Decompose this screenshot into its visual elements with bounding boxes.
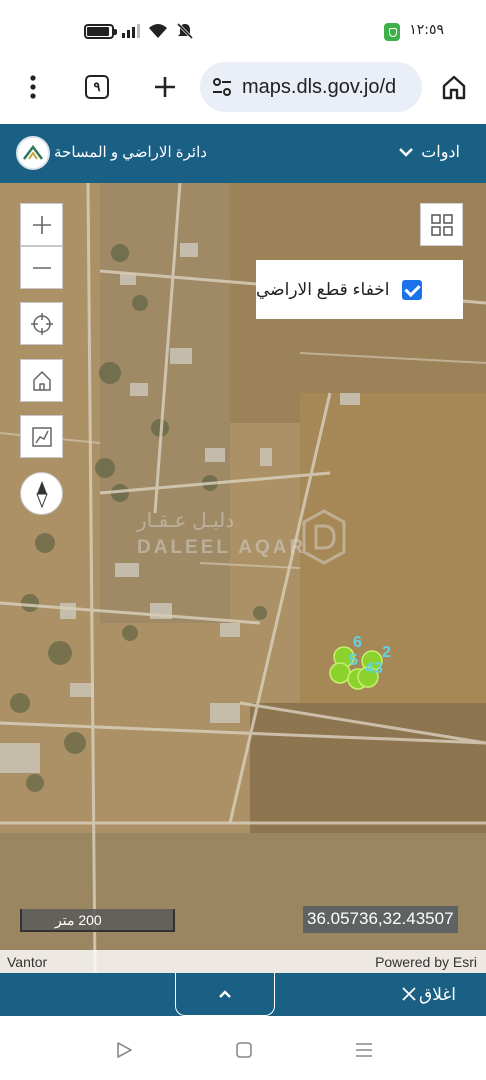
parcel-markers: 6 2 5 4 3: [329, 634, 391, 690]
chevron-up-icon: [219, 990, 231, 998]
basemap-button[interactable]: [420, 203, 463, 246]
expand-panel-button[interactable]: [175, 973, 275, 1016]
compass-button[interactable]: [20, 472, 63, 515]
tools-menu[interactable]: ادوات: [399, 142, 460, 162]
watermark: دليـل عـقـار DALEEL AQAR: [137, 508, 352, 573]
hide-parcels-toggle[interactable]: اخفاء قطع الاراضي: [256, 260, 463, 319]
more-vert-icon[interactable]: [20, 62, 46, 112]
watermark-logo-icon: [302, 509, 346, 565]
dls-logo: [16, 136, 50, 170]
marker-label-5: 5: [349, 652, 358, 669]
status-bar: ١٢:٥٩: [0, 0, 486, 62]
home-icon: [442, 75, 466, 100]
measure-icon: [31, 426, 52, 447]
app-header: دائرة الاراضي و المساحة ادوات: [0, 124, 486, 183]
new-tab-button[interactable]: [150, 62, 180, 112]
hide-parcels-checkbox[interactable]: [401, 279, 422, 300]
tab-count: ٩: [85, 75, 109, 99]
status-icons: [84, 22, 194, 40]
locate-button[interactable]: [20, 302, 63, 345]
marker-label-4: 4: [365, 660, 374, 677]
url-text: maps.dls.gov.jo/d: [242, 75, 397, 98]
chevron-down-icon: [399, 148, 414, 157]
wifi-icon: [149, 24, 167, 38]
home-extent-icon: [32, 370, 51, 391]
plus-icon: [155, 77, 175, 97]
tools-label: ادوات: [421, 144, 460, 161]
scale-bar: 200 متر: [20, 909, 175, 932]
close-label: اغلاق: [419, 985, 456, 1004]
basemap-grid-icon: [430, 213, 453, 236]
close-button[interactable]: اغلاق: [401, 985, 456, 1005]
marker-5[interactable]: [329, 662, 351, 684]
back-triangle-icon: [117, 1042, 132, 1058]
menu-lines-icon: [356, 1043, 372, 1057]
recents-button[interactable]: [354, 1040, 374, 1060]
hide-parcels-label: اخفاء قطع الاراضي: [256, 279, 390, 299]
system-nav-bar: [0, 1016, 486, 1080]
signal-icon: [122, 24, 140, 38]
home-square-icon: [236, 1042, 252, 1058]
mute-icon: [176, 22, 194, 40]
watermark-en: DALEEL AQAR: [137, 537, 307, 558]
home-extent-button[interactable]: [20, 359, 63, 402]
close-icon: [402, 987, 416, 1001]
zoom-out-button[interactable]: [20, 246, 63, 289]
marker-label-6: 6: [353, 634, 362, 651]
home-button[interactable]: [440, 62, 468, 112]
status-time: ١٢:٥٩: [409, 22, 444, 38]
zoom-in-button[interactable]: [20, 203, 63, 246]
security-shield-icon: [384, 23, 400, 41]
address-bar[interactable]: maps.dls.gov.jo/d: [200, 62, 422, 112]
marker-label-2: 2: [382, 644, 391, 661]
attribution-right[interactable]: Powered by Esri: [375, 954, 477, 970]
coordinates-readout: 36.05736,32.43507: [303, 906, 458, 933]
back-button[interactable]: [114, 1040, 134, 1060]
tab-switcher-button[interactable]: ٩: [83, 62, 111, 112]
site-settings-icon[interactable]: [212, 77, 232, 97]
map-attribution: Vantor Powered by Esri: [0, 950, 486, 973]
measure-button[interactable]: [20, 415, 63, 458]
compass-icon: [35, 480, 48, 508]
watermark-ar: دليـل عـقـار: [137, 510, 235, 532]
page-title: دائرة الاراضي و المساحة: [54, 144, 207, 161]
battery-icon: [84, 23, 117, 39]
marker-label-3: 3: [374, 660, 383, 677]
bottom-panel-bar: اغلاق: [0, 973, 486, 1016]
locate-icon: [30, 312, 53, 335]
zoom-in-icon: [32, 215, 51, 234]
map-view[interactable]: 6 2 5 4 3 دليـل عـقـار DALEEL AQAR اخفاء…: [0, 183, 486, 973]
zoom-out-icon: [32, 266, 51, 269]
browser-toolbar: ٩ maps.dls.gov.jo/d: [0, 62, 486, 124]
attribution-left: Vantor: [7, 954, 48, 970]
home-nav-button[interactable]: [234, 1040, 254, 1060]
